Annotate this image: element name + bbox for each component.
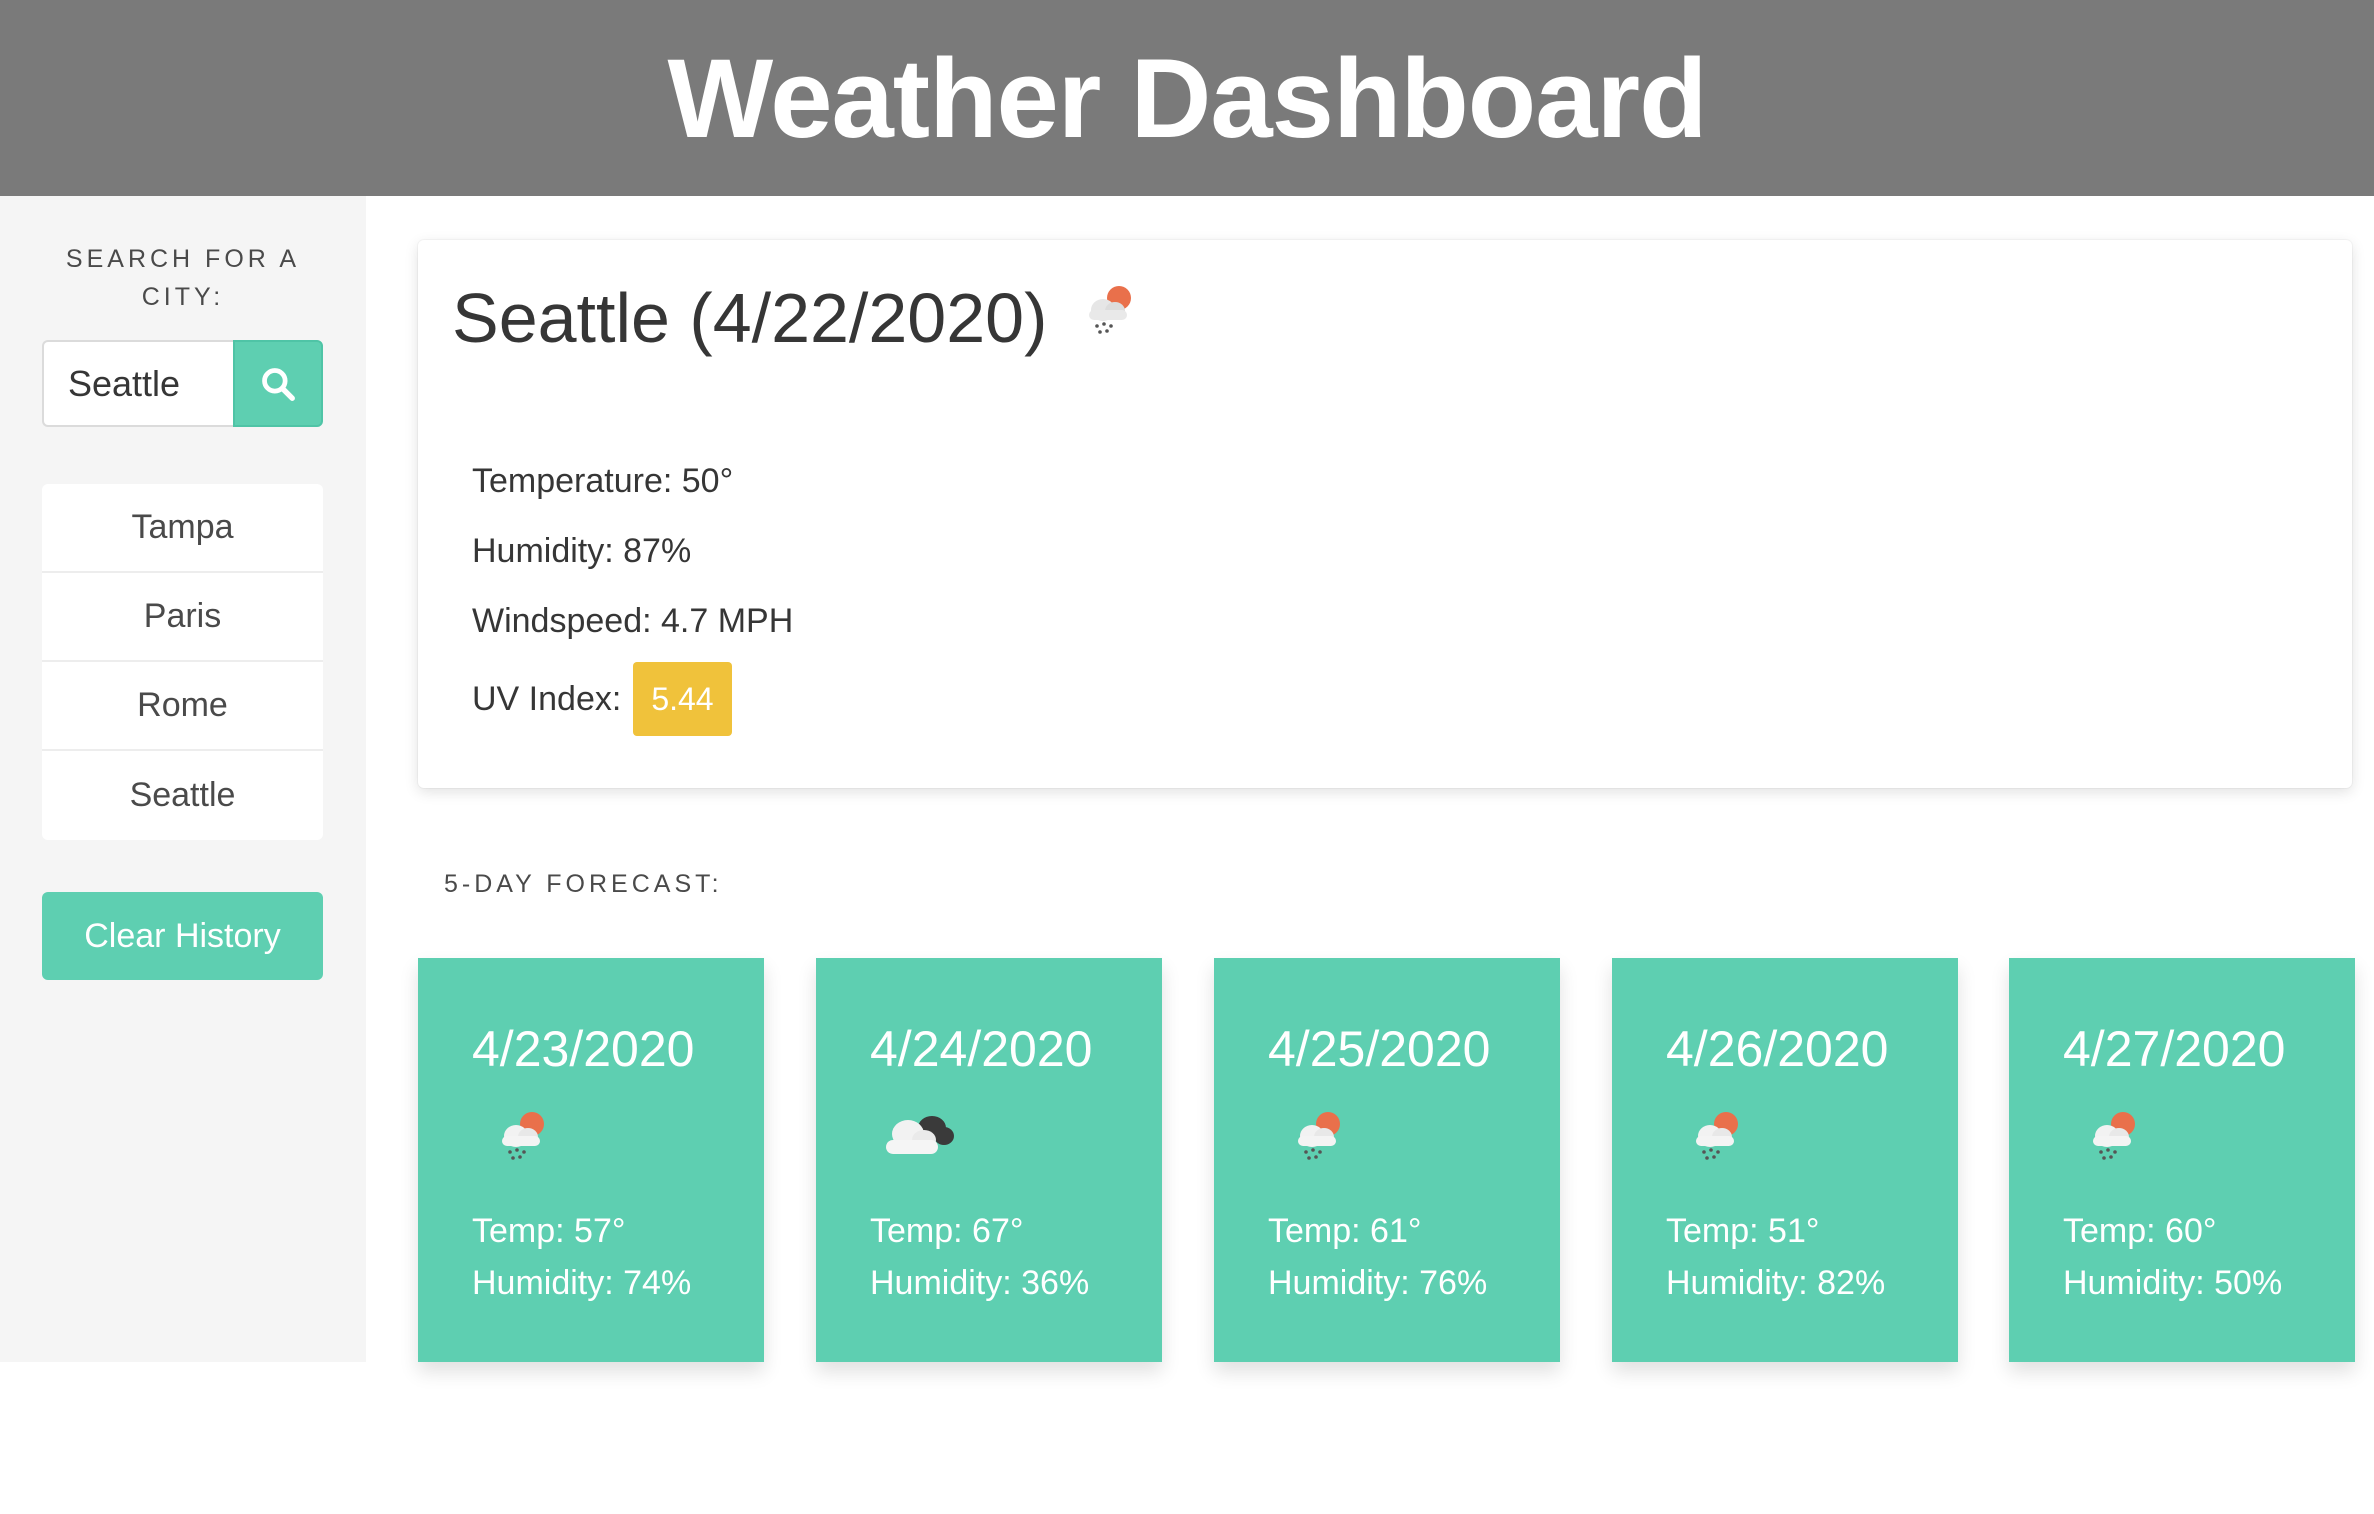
page-title: Weather Dashboard — [667, 35, 1708, 161]
sidebar: Search for a City: Tampa Paris Rome Seat… — [0, 196, 366, 1362]
forecast-date: 4/26/2020 — [1666, 1021, 1889, 1077]
history-item-paris[interactable]: Paris — [42, 573, 323, 662]
forecast-card: 4/26/2020 Temp: 51° Humidity: 82% — [1612, 958, 1958, 1362]
clear-history-button[interactable]: Clear History — [42, 892, 323, 980]
current-uv-index: UV Index: 5.44 — [472, 662, 732, 736]
forecast-date: 4/27/2020 — [2063, 1021, 2286, 1077]
current-weather-title: Seattle (4/22/2020) — [452, 278, 1141, 358]
forecast-card: 4/25/2020 Temp: 61° Humidity: 76% — [1214, 958, 1560, 1362]
rain-sun-cloud-icon — [1684, 1104, 1748, 1173]
app-header: Weather Dashboard — [0, 0, 2374, 196]
search-input[interactable] — [42, 340, 233, 427]
forecast-temp: Temp: 61° — [1268, 1212, 1422, 1250]
forecast-date: 4/23/2020 — [472, 1021, 695, 1077]
search-form — [42, 340, 323, 427]
forecast-card: 4/23/2020 Temp: 57° Humidity: 74% — [418, 958, 764, 1362]
rain-sun-cloud-icon — [490, 1104, 554, 1173]
forecast-date: 4/25/2020 — [1268, 1021, 1491, 1077]
forecast-temp: Temp: 51° — [1666, 1212, 1820, 1250]
forecast-humidity: Humidity: 82% — [1666, 1264, 1886, 1302]
uv-index-badge: 5.44 — [633, 662, 732, 736]
search-history-list: Tampa Paris Rome Seattle — [42, 484, 323, 840]
search-label: Search for a City: — [65, 245, 301, 311]
current-windspeed: Windspeed: 4.7 MPH — [472, 602, 794, 640]
history-item-label: Rome — [137, 686, 228, 724]
rain-sun-cloud-icon — [2081, 1104, 2145, 1173]
forecast-date: 4/24/2020 — [870, 1021, 1093, 1077]
history-item-rome[interactable]: Rome — [42, 662, 323, 751]
current-city-date: Seattle (4/22/2020) — [452, 279, 1048, 357]
forecast-label: 5-Day Forecast: — [444, 870, 723, 898]
current-humidity: Humidity: 87% — [472, 532, 692, 570]
rain-sun-cloud-icon — [1077, 278, 1141, 358]
search-button[interactable] — [233, 340, 323, 427]
history-item-seattle[interactable]: Seattle — [42, 751, 323, 840]
forecast-temp: Temp: 57° — [472, 1212, 626, 1250]
forecast-humidity: Humidity: 74% — [472, 1264, 692, 1302]
history-item-label: Seattle — [129, 776, 236, 814]
history-item-label: Paris — [143, 597, 222, 635]
forecast-card: 4/24/2020 Temp: 67° Humidity: 36% — [816, 958, 1162, 1362]
rain-sun-cloud-icon — [1286, 1104, 1350, 1173]
current-temperature: Temperature: 50° — [472, 462, 734, 500]
forecast-humidity: Humidity: 76% — [1268, 1264, 1488, 1302]
uv-index-label: UV Index: — [472, 679, 622, 718]
forecast-temp: Temp: 67° — [870, 1212, 1024, 1250]
forecast-humidity: Humidity: 36% — [870, 1264, 1090, 1302]
history-item-tampa[interactable]: Tampa — [42, 484, 323, 573]
search-icon — [262, 367, 295, 401]
forecast-temp: Temp: 60° — [2063, 1212, 2217, 1250]
current-weather-card: Seattle (4/22/2020) Temperature: 50° Hum… — [418, 240, 2352, 788]
cloudy-icon — [876, 1104, 960, 1173]
forecast-humidity: Humidity: 50% — [2063, 1264, 2283, 1302]
history-item-label: Tampa — [131, 508, 234, 546]
forecast-card: 4/27/2020 Temp: 60° Humidity: 50% — [2009, 958, 2355, 1362]
